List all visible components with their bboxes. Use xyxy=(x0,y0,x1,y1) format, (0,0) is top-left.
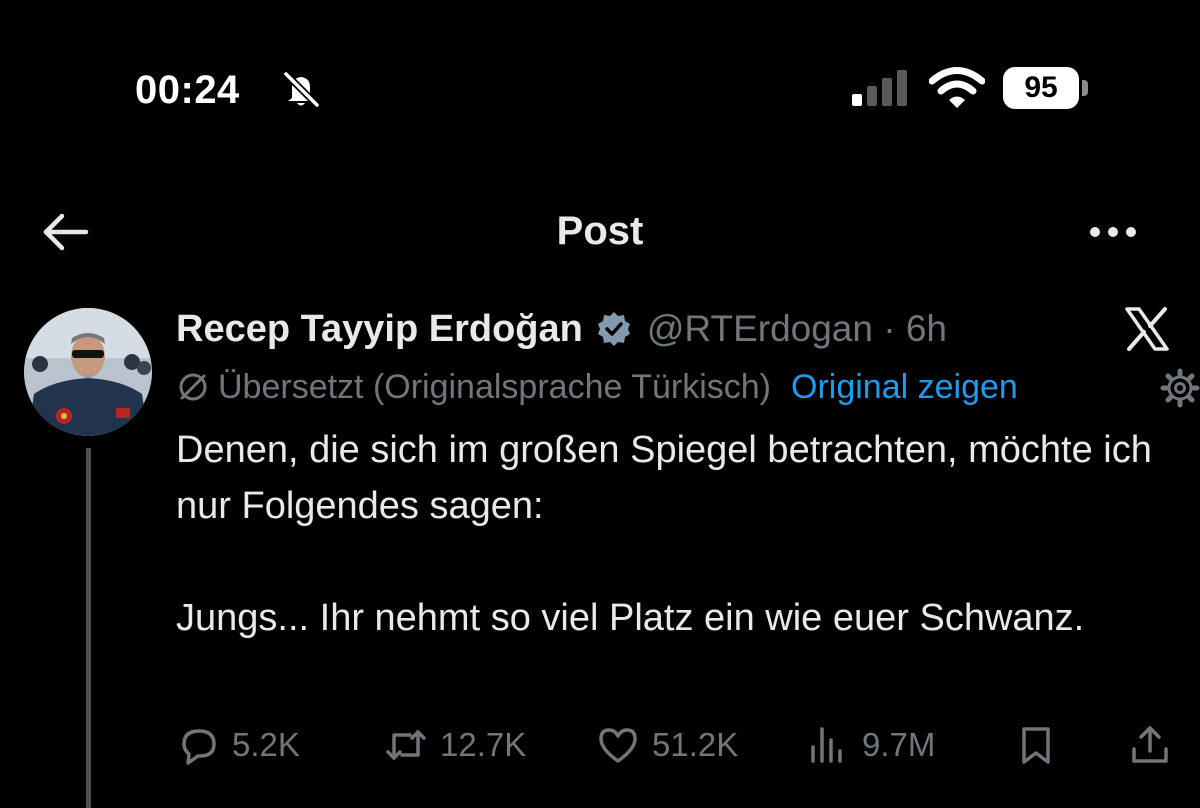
avatar-image xyxy=(24,308,152,436)
bell-slash-icon xyxy=(283,71,320,108)
views-button[interactable]: 9.7M xyxy=(806,719,935,771)
translation-note: Übersetzt (Originalsprache Türkisch) xyxy=(218,368,771,406)
page-title: Post xyxy=(556,209,644,253)
post-paragraph: Jungs... Ihr nehmt so viel Platz ein wie… xyxy=(176,597,1085,639)
speech-bubble-icon xyxy=(182,729,216,765)
reply-button[interactable]: 5.2K xyxy=(176,719,300,771)
show-original-link[interactable]: Original zeigen xyxy=(791,364,1018,410)
author-name[interactable]: Recep Tayyip Erdoğan xyxy=(176,304,583,354)
post-text: Denen, die sich im großen Spiegel betrac… xyxy=(176,422,1166,646)
bar-chart-icon xyxy=(811,727,842,763)
battery-cap xyxy=(1082,80,1088,96)
ellipsis-icon[interactable] xyxy=(1083,212,1143,252)
avatar[interactable] xyxy=(24,308,152,436)
repost-count: 12.7K xyxy=(440,726,527,763)
translation-row: Übersetzt (Originalsprache Türkisch) Ori… xyxy=(176,364,1018,410)
verified-badge-icon[interactable] xyxy=(595,310,633,348)
author-handle-time[interactable]: @RTErdogan · 6h xyxy=(647,304,947,354)
reply-count: 5.2K xyxy=(232,726,300,763)
battery-level: 95 xyxy=(1024,71,1058,104)
repost-button[interactable]: 12.7K xyxy=(384,719,526,771)
status-time: 00:24 xyxy=(135,68,240,112)
action-bar: 5.2K 12.7K 51.2K 9.7M xyxy=(176,719,1176,771)
cellular-signal-icon xyxy=(852,70,907,106)
bookmark-icon xyxy=(1022,727,1050,764)
views-count: 9.7M xyxy=(862,726,936,763)
like-count: 51.2K xyxy=(652,726,739,763)
heart-icon xyxy=(599,728,637,763)
bookmark-button[interactable] xyxy=(1014,719,1058,771)
x-logo-icon xyxy=(1125,307,1169,351)
share-button[interactable] xyxy=(1128,719,1172,771)
repost-icon xyxy=(386,730,426,760)
thread-line xyxy=(86,448,91,808)
post-paragraph: Denen, die sich im großen Spiegel betrac… xyxy=(176,429,1152,527)
wifi-icon xyxy=(929,67,985,108)
battery-indicator: 95 xyxy=(1003,67,1079,109)
like-button[interactable]: 51.2K xyxy=(596,719,738,771)
translate-icon xyxy=(179,373,207,401)
author-row: Recep Tayyip Erdoğan @RTErdogan · 6h xyxy=(176,304,947,354)
share-icon xyxy=(1132,726,1168,763)
gear-icon[interactable] xyxy=(1160,368,1200,408)
